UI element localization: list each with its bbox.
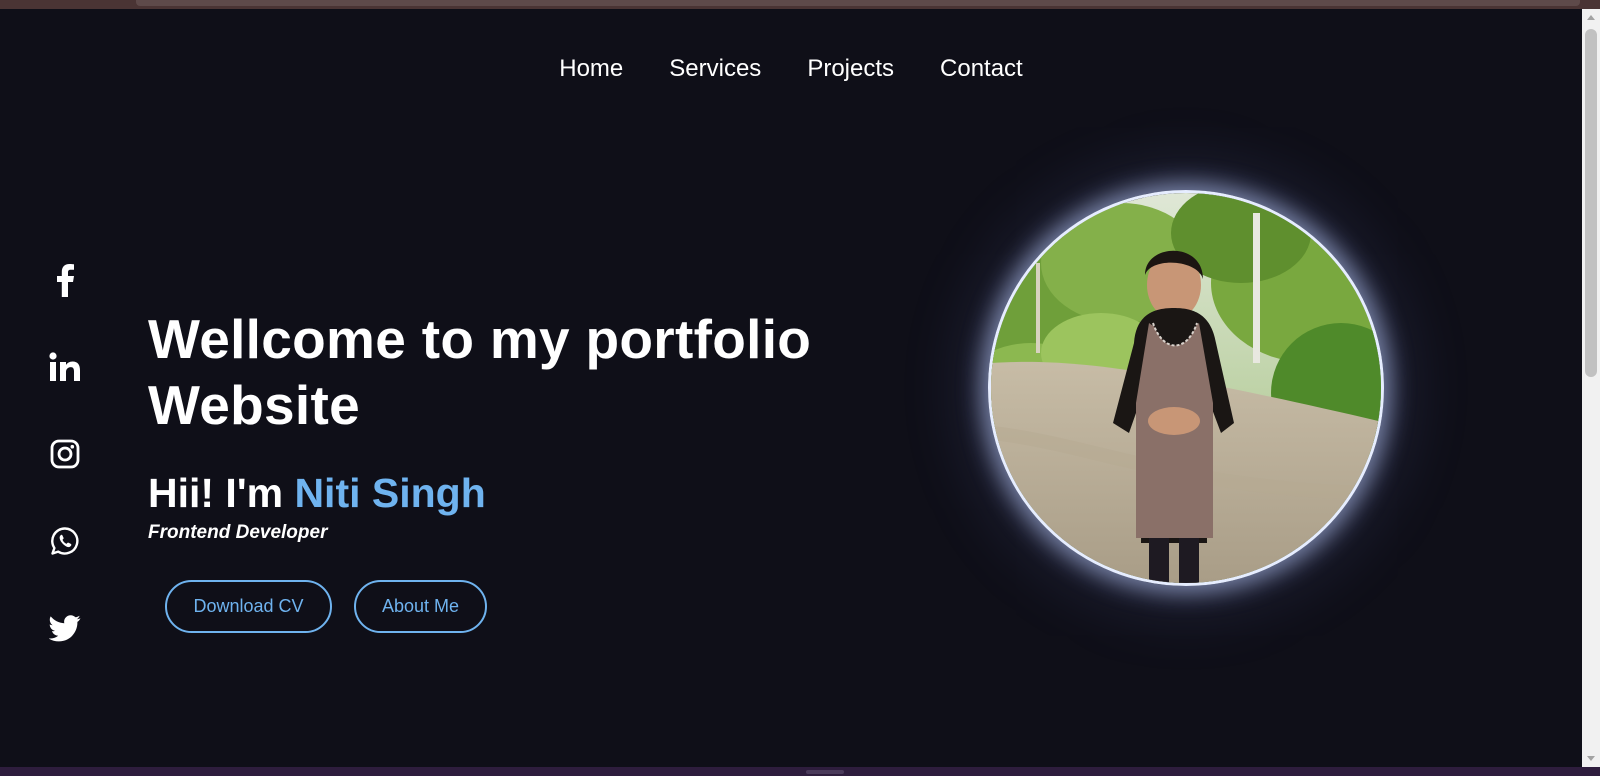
hero-title-line1: Wellcome to my portfolio — [148, 308, 812, 370]
greeting-text: Hii! I'm — [148, 470, 295, 516]
linkedin-icon[interactable] — [47, 349, 83, 385]
hero-buttons: Download CV About Me — [165, 580, 908, 633]
nav-projects[interactable]: Projects — [807, 55, 894, 83]
hero-section: Wellcome to my portfolio Website Hii! I'… — [148, 306, 908, 633]
browser-top-bar — [136, 0, 1580, 6]
profile-photo-illustration — [991, 193, 1381, 583]
scroll-down-arrow-icon[interactable] — [1587, 756, 1595, 761]
browser-top-strip — [0, 0, 1600, 9]
hero-greeting: Hii! I'm Niti Singh — [148, 470, 908, 516]
hero-title-line2: Website — [148, 374, 360, 436]
about-me-button[interactable]: About Me — [354, 580, 487, 633]
nav-home[interactable]: Home — [559, 55, 623, 83]
download-cv-button[interactable]: Download CV — [165, 580, 332, 633]
social-links — [47, 262, 83, 646]
hero-title: Wellcome to my portfolio Website — [148, 306, 908, 438]
facebook-icon[interactable] — [47, 262, 83, 298]
bottom-strip-handle — [806, 770, 844, 774]
nav-contact[interactable]: Contact — [940, 55, 1023, 83]
nav-services[interactable]: Services — [669, 55, 761, 83]
role-subtitle: Frontend Developer — [148, 522, 328, 543]
scroll-thumb[interactable] — [1585, 29, 1597, 377]
scroll-up-arrow-icon[interactable] — [1587, 15, 1595, 20]
profile-photo — [988, 190, 1384, 586]
instagram-icon[interactable] — [47, 436, 83, 472]
browser-bottom-strip — [0, 767, 1600, 776]
author-name: Niti Singh — [294, 470, 486, 516]
main-nav: Home Services Projects Contact — [0, 55, 1582, 83]
whatsapp-icon[interactable] — [47, 523, 83, 559]
page-scrollbar[interactable] — [1582, 9, 1600, 767]
twitter-icon[interactable] — [47, 610, 83, 646]
